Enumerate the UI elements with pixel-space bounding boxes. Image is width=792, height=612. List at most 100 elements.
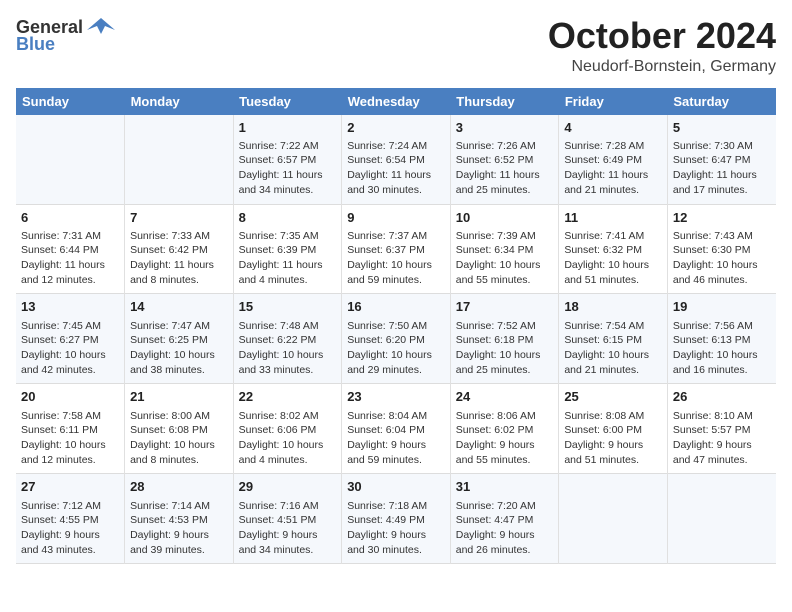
day-detail: Sunrise: 8:04 AM [347, 409, 445, 424]
day-detail: Sunrise: 8:06 AM [456, 409, 554, 424]
day-number: 9 [347, 209, 445, 227]
calendar-cell: 10Sunrise: 7:39 AMSunset: 6:34 PMDayligh… [450, 204, 559, 294]
day-detail: Sunset: 6:39 PM [239, 243, 337, 258]
calendar-week-row: 13Sunrise: 7:45 AMSunset: 6:27 PMDayligh… [16, 294, 776, 384]
calendar-cell: 31Sunrise: 7:20 AMSunset: 4:47 PMDayligh… [450, 474, 559, 564]
day-number: 16 [347, 298, 445, 316]
day-number: 21 [130, 388, 228, 406]
day-number: 12 [673, 209, 771, 227]
day-detail: Sunrise: 7:26 AM [456, 139, 554, 154]
day-detail: Sunset: 6:27 PM [21, 333, 119, 348]
day-detail: Sunrise: 7:30 AM [673, 139, 771, 154]
calendar-header-row: SundayMondayTuesdayWednesdayThursdayFrid… [16, 88, 776, 115]
day-number: 19 [673, 298, 771, 316]
calendar-cell: 11Sunrise: 7:41 AMSunset: 6:32 PMDayligh… [559, 204, 668, 294]
day-detail: Sunrise: 7:12 AM [21, 499, 119, 514]
day-detail: Sunrise: 8:08 AM [564, 409, 662, 424]
day-detail: Daylight: 10 hours and 4 minutes. [239, 438, 337, 467]
day-of-week-header: Wednesday [342, 88, 451, 115]
day-number: 8 [239, 209, 337, 227]
day-detail: Sunrise: 7:37 AM [347, 229, 445, 244]
day-detail: Sunset: 6:52 PM [456, 153, 554, 168]
calendar-week-row: 1 Sunrise: 7:22 AMSunset: 6:57 PM Daylight… [16, 115, 776, 204]
day-detail: Sunrise: 7:31 AM [21, 229, 119, 244]
calendar-cell: 30Sunrise: 7:18 AMSunset: 4:49 PMDayligh… [342, 474, 451, 564]
day-detail: Sunset: 6:54 PM [347, 153, 445, 168]
day-detail: Sunrise: 7:14 AM [130, 499, 228, 514]
calendar-cell: 18Sunrise: 7:54 AMSunset: 6:15 PMDayligh… [559, 294, 668, 384]
day-number: 2 [347, 119, 445, 137]
day-detail: Sunset: 6:02 PM [456, 423, 554, 438]
day-detail: Sunrise: 8:00 AM [130, 409, 228, 424]
day-detail: Daylight: 10 hours and 42 minutes. [21, 348, 119, 377]
day-detail: Sunrise: 7:56 AM [673, 319, 771, 334]
day-detail: Sunrise: 7:33 AM [130, 229, 228, 244]
day-detail: Sunset: 6:37 PM [347, 243, 445, 258]
calendar-body: 1 Sunrise: 7:22 AMSunset: 6:57 PM Daylight… [16, 115, 776, 564]
day-detail: Daylight: 11 hours and 30 minutes. [347, 168, 445, 197]
day-of-week-header: Sunday [16, 88, 125, 115]
calendar-cell: 12Sunrise: 7:43 AMSunset: 6:30 PMDayligh… [667, 204, 776, 294]
day-number: 1 [239, 119, 337, 137]
day-number: 26 [673, 388, 771, 406]
calendar-cell: 17Sunrise: 7:52 AMSunset: 6:18 PMDayligh… [450, 294, 559, 384]
day-detail: Sunrise: 7:16 AM [239, 499, 337, 514]
day-number: 14 [130, 298, 228, 316]
day-detail: Daylight: 10 hours and 16 minutes. [673, 348, 771, 377]
day-detail: Sunset: 6:08 PM [130, 423, 228, 438]
logo-blue-text: Blue [16, 34, 55, 55]
day-number: 5 [673, 119, 771, 137]
day-detail: Sunset: 6:30 PM [673, 243, 771, 258]
day-detail: Daylight: 9 hours and 51 minutes. [564, 438, 662, 467]
calendar-cell: 3Sunrise: 7:26 AMSunset: 6:52 PMDaylight… [450, 115, 559, 204]
day-detail: Daylight: 11 hours and 25 minutes. [456, 168, 554, 197]
day-detail: Daylight: 10 hours and 12 minutes. [21, 438, 119, 467]
day-detail: Daylight: 11 hours and 4 minutes. [239, 258, 337, 287]
day-number: 29 [239, 478, 337, 496]
day-detail: Sunset: 6:49 PM [564, 153, 662, 168]
day-detail: Daylight: 10 hours and 38 minutes. [130, 348, 228, 377]
day-detail: Daylight: 9 hours and 43 minutes. [21, 528, 119, 557]
day-detail: Sunset: 6:18 PM [456, 333, 554, 348]
day-detail: Daylight: 10 hours and 33 minutes. [239, 348, 337, 377]
calendar-cell [667, 474, 776, 564]
calendar-cell: 23Sunrise: 8:04 AMSunset: 6:04 PMDayligh… [342, 384, 451, 474]
day-detail: Sunset: 6:06 PM [239, 423, 337, 438]
day-of-week-header: Monday [125, 88, 234, 115]
day-detail: Sunrise: 7:22 AM [239, 139, 337, 154]
day-detail: Daylight: 11 hours and 8 minutes. [130, 258, 228, 287]
day-number: 25 [564, 388, 662, 406]
day-of-week-header: Tuesday [233, 88, 342, 115]
day-detail: Sunset: 4:49 PM [347, 513, 445, 528]
calendar-cell: 25 Sunrise: 8:08 AMSunset: 6:00 PMDayligh… [559, 384, 668, 474]
day-detail: Sunset: 5:57 PM [673, 423, 771, 438]
logo: General Blue [16, 16, 115, 55]
day-number: 4 [564, 119, 662, 137]
day-number: 24 [456, 388, 554, 406]
day-detail: Daylight: 11 hours and 17 minutes. [673, 168, 771, 197]
day-detail: Daylight: 10 hours and 8 minutes. [130, 438, 228, 467]
day-detail: Sunrise: 7:24 AM [347, 139, 445, 154]
day-detail: Sunrise: 7:47 AM [130, 319, 228, 334]
day-detail: Daylight: 10 hours and 29 minutes. [347, 348, 445, 377]
day-detail: Sunset: 4:47 PM [456, 513, 554, 528]
day-detail: Sunset: 6:04 PM [347, 423, 445, 438]
day-number: 27 [21, 478, 119, 496]
day-detail: Sunrise: 7:52 AM [456, 319, 554, 334]
day-number: 10 [456, 209, 554, 227]
day-detail: Sunset: 6:00 PM [564, 423, 662, 438]
day-number: 28 [130, 478, 228, 496]
day-detail: Sunset: 6:20 PM [347, 333, 445, 348]
calendar-cell: 6Sunrise: 7:31 AMSunset: 6:44 PMDaylight… [16, 204, 125, 294]
day-detail: Sunrise: 7:39 AM [456, 229, 554, 244]
day-detail: Sunset: 6:57 PM [239, 153, 337, 168]
calendar-cell: 15Sunrise: 7:48 AMSunset: 6:22 PMDayligh… [233, 294, 342, 384]
day-detail: Sunrise: 7:18 AM [347, 499, 445, 514]
calendar-week-row: 20Sunrise: 7:58 AMSunset: 6:11 PMDayligh… [16, 384, 776, 474]
day-detail: Sunset: 6:22 PM [239, 333, 337, 348]
day-detail: Daylight: 9 hours and 34 minutes. [239, 528, 337, 557]
logo-bird-icon [87, 16, 115, 38]
day-detail: Sunset: 6:13 PM [673, 333, 771, 348]
calendar-cell: 27Sunrise: 7:12 AMSunset: 4:55 PMDayligh… [16, 474, 125, 564]
day-detail: Daylight: 9 hours and 39 minutes. [130, 528, 228, 557]
